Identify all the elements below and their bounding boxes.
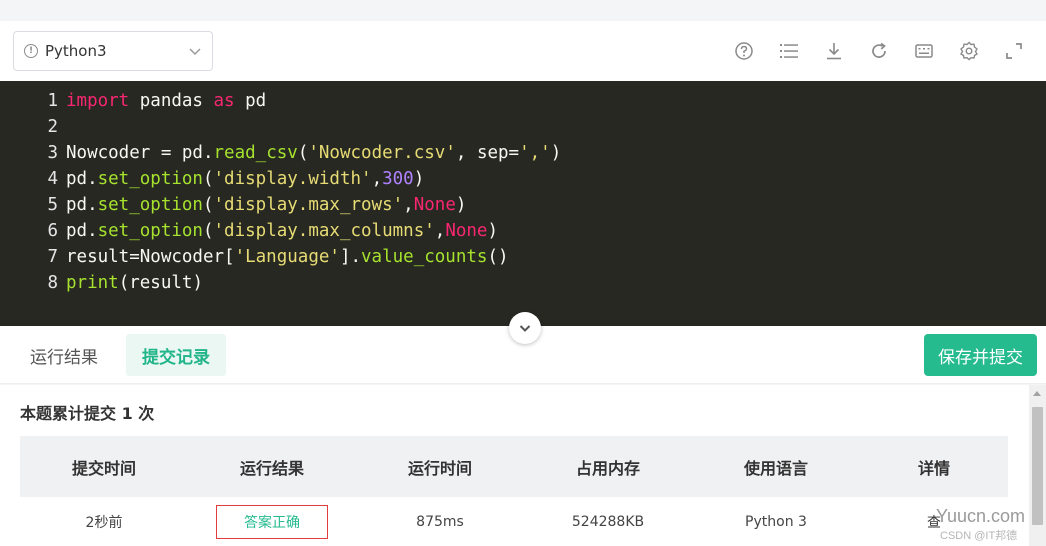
line-number: 7 <box>47 247 58 267</box>
line-number: 8 <box>47 273 58 293</box>
info-icon: ! <box>24 44 38 58</box>
code-line: 7 result=Nowcoder['Language'].value_count… <box>0 244 1046 270</box>
cell-memory: 524288KB <box>571 513 645 530</box>
line-number: 5 <box>47 195 58 215</box>
download-icon <box>826 43 841 60</box>
code-text: pd.set_option('display.width',300) <box>66 169 425 189</box>
save-submit-button[interactable]: 保存并提交 <box>924 334 1037 376</box>
header-run-time: 运行时间 <box>407 458 472 478</box>
fullscreen-button[interactable] <box>991 35 1036 67</box>
keyboard-icon <box>914 44 933 58</box>
table-row: 2秒前 答案正确 875ms 524288KB Python 3 查 <box>20 497 1008 546</box>
cell-language: Python 3 <box>745 513 807 530</box>
tab-submit-record[interactable]: 提交记录 <box>126 334 226 376</box>
submission-records: 本题累计提交 1 次 提交时间 运行结果 运行时间 占用内存 使用语言 详情 2… <box>0 385 1046 546</box>
status-badge[interactable]: 答案正确 <box>216 504 328 539</box>
help-button[interactable] <box>721 35 766 67</box>
list-icon <box>779 44 798 58</box>
code-text: import pandas as pd <box>66 91 267 111</box>
cell-run-time: 875ms <box>416 513 464 530</box>
code-line: 4 pd.set_option('display.width',300) <box>0 166 1046 192</box>
watermark-main: Yuucn.com <box>936 506 1026 526</box>
line-number: 2 <box>47 117 58 137</box>
code-text: pd.set_option('display.max_rows',None) <box>66 195 467 215</box>
cell-submit-time: 2秒前 <box>85 514 123 531</box>
line-number: 1 <box>47 91 58 111</box>
header-detail: 详情 <box>917 458 950 478</box>
page: ! Python3 1 import pandas as pd 2 3 Nowc… <box>0 0 1046 546</box>
watermark: Yuucn.com CSDN @IT邦德 <box>918 503 1036 543</box>
header-run-result: 运行结果 <box>239 458 304 478</box>
chevron-down-icon <box>519 325 531 332</box>
editor-toolbar: ! Python3 <box>0 21 1046 81</box>
keyboard-button[interactable] <box>901 35 946 67</box>
toolbar-icons <box>721 35 1036 67</box>
code-line: 8 print(result) <box>0 270 1046 296</box>
cell-run-result: 答案正确 <box>188 497 356 546</box>
line-number: 4 <box>47 169 58 189</box>
code-line: 5 pd.set_option('display.max_rows',None) <box>0 192 1046 218</box>
language-select[interactable]: ! Python3 <box>13 31 213 71</box>
submission-summary: 本题累计提交 1 次 <box>20 404 155 423</box>
chevron-down-icon <box>189 48 201 56</box>
code-line: 6 pd.set_option('display.max_columns',Non… <box>0 218 1046 244</box>
code-text: result=Nowcoder['Language'].value_counts… <box>66 247 509 267</box>
scroll-up-icon[interactable] <box>1033 391 1041 396</box>
fullscreen-icon <box>1005 43 1022 59</box>
settings-button[interactable] <box>946 35 991 67</box>
header-memory: 占用内存 <box>575 458 640 478</box>
line-number: 6 <box>47 221 58 241</box>
code-line: 2 <box>0 114 1046 140</box>
download-button[interactable] <box>811 35 856 67</box>
table-header: 提交时间 运行结果 运行时间 占用内存 使用语言 详情 <box>20 436 1008 497</box>
help-icon <box>734 42 753 60</box>
code-text: Nowcoder = pd.read_csv('Nowcoder.csv', s… <box>66 143 562 163</box>
code-line: 3 Nowcoder = pd.read_csv('Nowcoder.csv', … <box>0 140 1046 166</box>
code-text: pd.set_option('display.max_columns',None… <box>66 221 499 241</box>
refresh-icon <box>871 42 886 58</box>
code-text: print(result) <box>66 273 203 293</box>
header-language: 使用语言 <box>743 458 808 478</box>
settings-icon <box>959 41 978 61</box>
header-submit-time: 提交时间 <box>71 458 136 478</box>
code-line: 1 import pandas as pd <box>0 88 1046 114</box>
collapse-editor-button[interactable] <box>509 312 541 344</box>
list-button[interactable] <box>766 35 811 67</box>
watermark-sub: CSDN @IT邦德 <box>940 530 1018 542</box>
code-editor[interactable]: 1 import pandas as pd 2 3 Nowcoder = pd.re… <box>0 81 1046 326</box>
tab-run-result[interactable]: 运行结果 <box>14 334 114 376</box>
line-number: 3 <box>47 143 58 163</box>
language-label: Python3 <box>45 42 107 60</box>
refresh-button[interactable] <box>856 35 901 67</box>
